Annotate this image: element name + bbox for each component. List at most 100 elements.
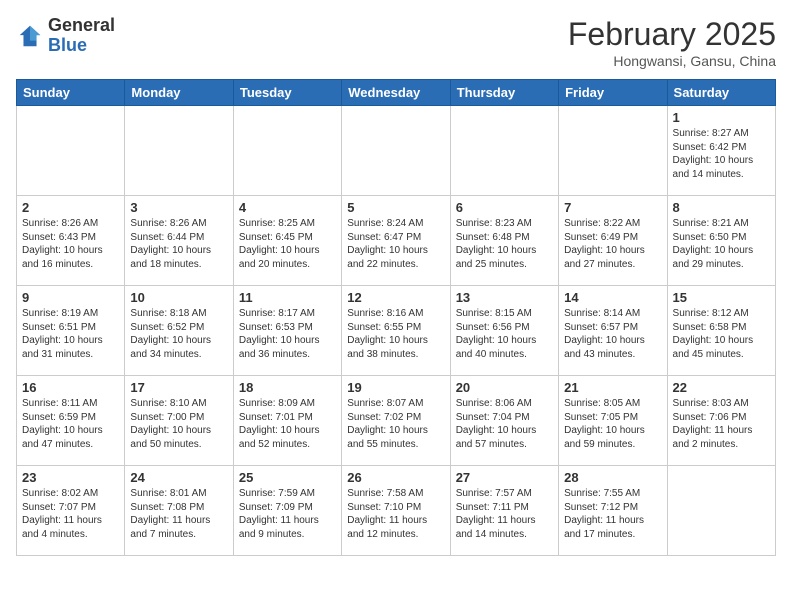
day-number: 17 (130, 380, 227, 395)
calendar-cell: 6 Sunrise: 8:23 AM Sunset: 6:48 PM Daylig… (450, 196, 558, 286)
day-info: Sunrise: 8:10 AM Sunset: 7:00 PM Dayligh… (130, 397, 227, 451)
calendar-cell: 25 Sunrise: 7:59 AM Sunset: 7:09 PM Dayli… (233, 466, 341, 556)
calendar-table: SundayMondayTuesdayWednesdayThursdayFrid… (16, 79, 776, 556)
day-info: Sunrise: 8:05 AM Sunset: 7:05 PM Dayligh… (564, 397, 661, 451)
day-number: 28 (564, 470, 661, 485)
day-info: Sunrise: 8:15 AM Sunset: 6:56 PM Dayligh… (456, 307, 553, 361)
day-info: Sunrise: 7:58 AM Sunset: 7:10 PM Dayligh… (347, 487, 444, 541)
day-number: 11 (239, 290, 336, 305)
day-info: Sunrise: 8:26 AM Sunset: 6:44 PM Dayligh… (130, 217, 227, 271)
day-info: Sunrise: 8:19 AM Sunset: 6:51 PM Dayligh… (22, 307, 119, 361)
calendar-cell: 9 Sunrise: 8:19 AM Sunset: 6:51 PM Daylig… (17, 286, 125, 376)
day-number: 26 (347, 470, 444, 485)
calendar-week-row: 2 Sunrise: 8:26 AM Sunset: 6:43 PM Daylig… (17, 196, 776, 286)
day-number: 6 (456, 200, 553, 215)
calendar-cell: 1 Sunrise: 8:27 AM Sunset: 6:42 PM Daylig… (667, 106, 775, 196)
logo-text: General Blue (48, 16, 115, 56)
calendar-cell (233, 106, 341, 196)
calendar-cell: 4 Sunrise: 8:25 AM Sunset: 6:45 PM Daylig… (233, 196, 341, 286)
calendar-cell: 23 Sunrise: 8:02 AM Sunset: 7:07 PM Dayli… (17, 466, 125, 556)
calendar-cell: 26 Sunrise: 7:58 AM Sunset: 7:10 PM Dayli… (342, 466, 450, 556)
day-number: 19 (347, 380, 444, 395)
day-number: 14 (564, 290, 661, 305)
page-header: General Blue February 2025 Hongwansi, Ga… (16, 16, 776, 69)
day-info: Sunrise: 8:02 AM Sunset: 7:07 PM Dayligh… (22, 487, 119, 541)
calendar-week-row: 1 Sunrise: 8:27 AM Sunset: 6:42 PM Daylig… (17, 106, 776, 196)
day-info: Sunrise: 8:21 AM Sunset: 6:50 PM Dayligh… (673, 217, 770, 271)
day-number: 9 (22, 290, 119, 305)
calendar-cell: 16 Sunrise: 8:11 AM Sunset: 6:59 PM Dayli… (17, 376, 125, 466)
day-info: Sunrise: 8:07 AM Sunset: 7:02 PM Dayligh… (347, 397, 444, 451)
calendar-cell: 5Sunrise: 8:24 AM Sunset: 6:47 PM Daylig… (342, 196, 450, 286)
day-number: 2 (22, 200, 119, 215)
day-info: Sunrise: 8:11 AM Sunset: 6:59 PM Dayligh… (22, 397, 119, 451)
calendar-cell: 28 Sunrise: 7:55 AM Sunset: 7:12 PM Dayli… (559, 466, 667, 556)
day-info: Sunrise: 8:26 AM Sunset: 6:43 PM Dayligh… (22, 217, 119, 271)
day-number: 20 (456, 380, 553, 395)
calendar-cell: 20Sunrise: 8:06 AM Sunset: 7:04 PM Dayli… (450, 376, 558, 466)
day-number: 18 (239, 380, 336, 395)
day-info: Sunrise: 7:57 AM Sunset: 7:11 PM Dayligh… (456, 487, 553, 541)
calendar-cell: 22Sunrise: 8:03 AM Sunset: 7:06 PM Dayli… (667, 376, 775, 466)
day-number: 4 (239, 200, 336, 215)
calendar-header-thursday: Thursday (450, 80, 558, 106)
day-info: Sunrise: 8:18 AM Sunset: 6:52 PM Dayligh… (130, 307, 227, 361)
day-number: 23 (22, 470, 119, 485)
day-info: Sunrise: 8:22 AM Sunset: 6:49 PM Dayligh… (564, 217, 661, 271)
logo-icon (16, 22, 44, 50)
day-info: Sunrise: 7:59 AM Sunset: 7:09 PM Dayligh… (239, 487, 336, 541)
calendar-cell: 11Sunrise: 8:17 AM Sunset: 6:53 PM Dayli… (233, 286, 341, 376)
calendar-header-saturday: Saturday (667, 80, 775, 106)
day-info: Sunrise: 8:01 AM Sunset: 7:08 PM Dayligh… (130, 487, 227, 541)
day-info: Sunrise: 8:09 AM Sunset: 7:01 PM Dayligh… (239, 397, 336, 451)
day-number: 10 (130, 290, 227, 305)
calendar-cell: 14Sunrise: 8:14 AM Sunset: 6:57 PM Dayli… (559, 286, 667, 376)
calendar-cell (342, 106, 450, 196)
day-number: 15 (673, 290, 770, 305)
calendar-cell: 19 Sunrise: 8:07 AM Sunset: 7:02 PM Dayli… (342, 376, 450, 466)
calendar-cell (667, 466, 775, 556)
day-number: 16 (22, 380, 119, 395)
day-info: Sunrise: 8:23 AM Sunset: 6:48 PM Dayligh… (456, 217, 553, 271)
calendar-cell: 12 Sunrise: 8:16 AM Sunset: 6:55 PM Dayli… (342, 286, 450, 376)
day-info: Sunrise: 8:27 AM Sunset: 6:42 PM Dayligh… (673, 127, 770, 181)
day-number: 5 (347, 200, 444, 215)
calendar-cell: 7 Sunrise: 8:22 AM Sunset: 6:49 PM Daylig… (559, 196, 667, 286)
calendar-cell: 13 Sunrise: 8:15 AM Sunset: 6:56 PM Dayli… (450, 286, 558, 376)
title-block: February 2025 Hongwansi, Gansu, China (568, 16, 776, 69)
calendar-week-row: 16 Sunrise: 8:11 AM Sunset: 6:59 PM Dayli… (17, 376, 776, 466)
calendar-week-row: 9 Sunrise: 8:19 AM Sunset: 6:51 PM Daylig… (17, 286, 776, 376)
calendar-cell: 8 Sunrise: 8:21 AM Sunset: 6:50 PM Daylig… (667, 196, 775, 286)
calendar-cell: 18 Sunrise: 8:09 AM Sunset: 7:01 PM Dayli… (233, 376, 341, 466)
calendar-cell (17, 106, 125, 196)
day-number: 21 (564, 380, 661, 395)
calendar-cell (450, 106, 558, 196)
day-info: Sunrise: 8:25 AM Sunset: 6:45 PM Dayligh… (239, 217, 336, 271)
calendar-cell (559, 106, 667, 196)
calendar-cell: 3 Sunrise: 8:26 AM Sunset: 6:44 PM Daylig… (125, 196, 233, 286)
calendar-header-sunday: Sunday (17, 80, 125, 106)
calendar-cell: 10 Sunrise: 8:18 AM Sunset: 6:52 PM Dayli… (125, 286, 233, 376)
calendar-header-friday: Friday (559, 80, 667, 106)
day-info: Sunrise: 7:55 AM Sunset: 7:12 PM Dayligh… (564, 487, 661, 541)
day-info: Sunrise: 8:12 AM Sunset: 6:58 PM Dayligh… (673, 307, 770, 361)
day-number: 7 (564, 200, 661, 215)
calendar-header-tuesday: Tuesday (233, 80, 341, 106)
day-number: 25 (239, 470, 336, 485)
day-number: 1 (673, 110, 770, 125)
day-number: 13 (456, 290, 553, 305)
day-info: Sunrise: 8:03 AM Sunset: 7:06 PM Dayligh… (673, 397, 770, 451)
day-number: 3 (130, 200, 227, 215)
calendar-cell: 17 Sunrise: 8:10 AM Sunset: 7:00 PM Dayli… (125, 376, 233, 466)
calendar-cell: 15 Sunrise: 8:12 AM Sunset: 6:58 PM Dayli… (667, 286, 775, 376)
day-number: 8 (673, 200, 770, 215)
day-number: 12 (347, 290, 444, 305)
calendar-header-row: SundayMondayTuesdayWednesdayThursdayFrid… (17, 80, 776, 106)
calendar-cell (125, 106, 233, 196)
logo: General Blue (16, 16, 115, 56)
day-number: 24 (130, 470, 227, 485)
day-info: Sunrise: 8:16 AM Sunset: 6:55 PM Dayligh… (347, 307, 444, 361)
calendar-header-wednesday: Wednesday (342, 80, 450, 106)
day-number: 27 (456, 470, 553, 485)
calendar-cell: 2 Sunrise: 8:26 AM Sunset: 6:43 PM Daylig… (17, 196, 125, 286)
